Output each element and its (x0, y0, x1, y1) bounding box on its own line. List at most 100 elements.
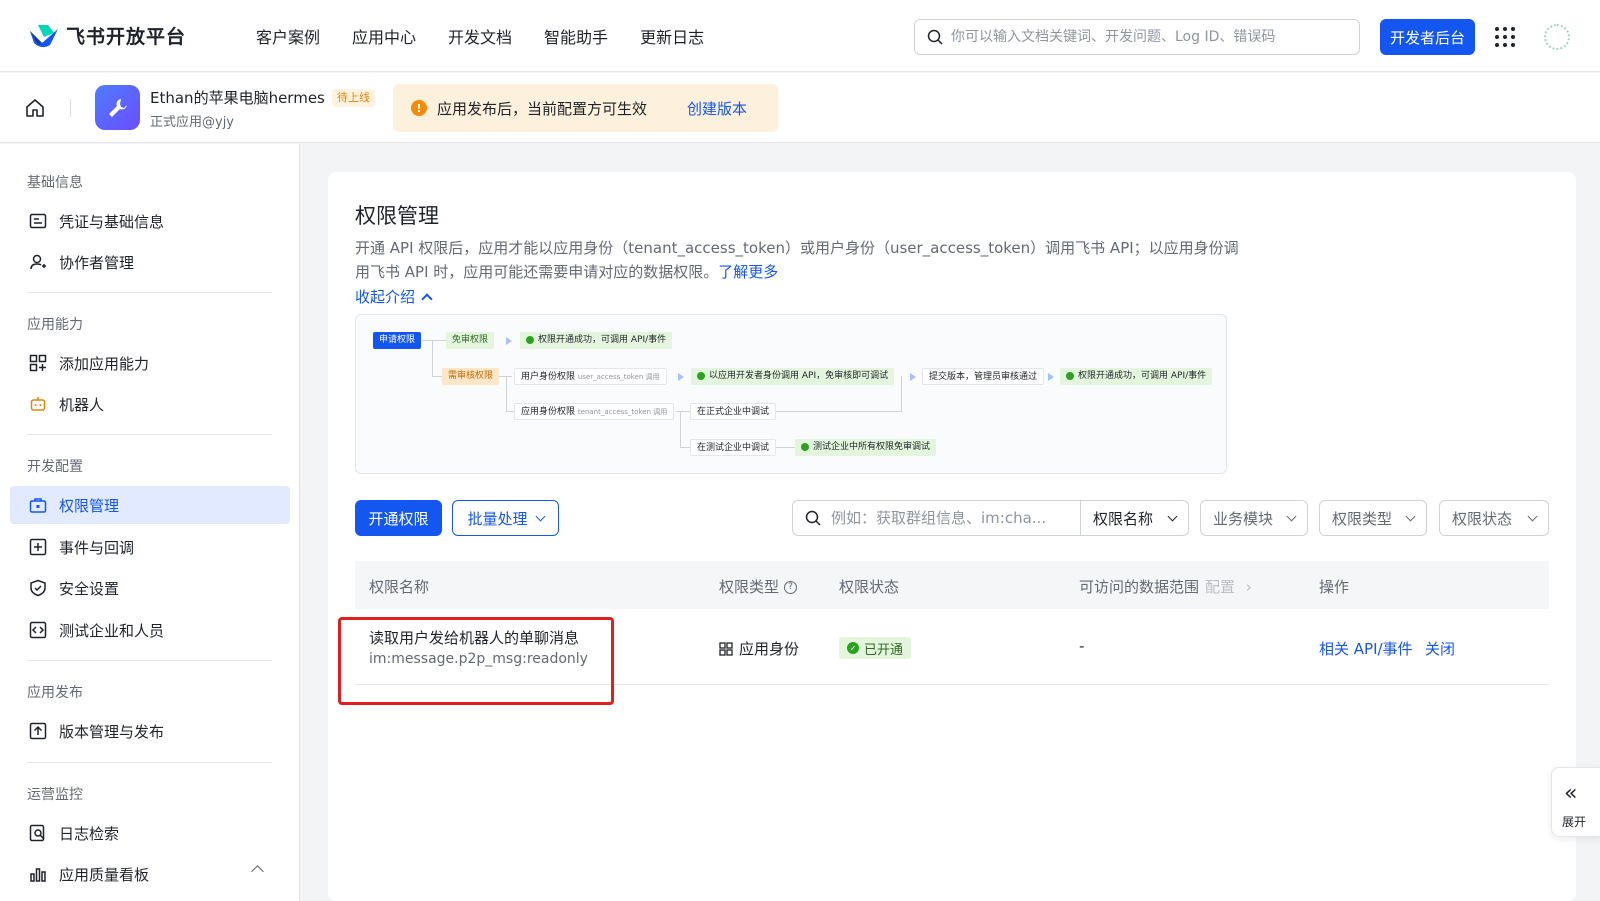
status-badge: 待上线 (332, 89, 375, 107)
batch-label: 批量处理 (467, 509, 528, 528)
main-nav: 客户案例 应用中心 开发文档 智能助手 更新日志 (256, 24, 736, 48)
column-header-status: 权限状态 (839, 578, 900, 596)
doc-search-input[interactable] (951, 29, 1331, 45)
learn-more-link[interactable]: 了解更多 (718, 263, 778, 281)
enable-permission-button[interactable]: 开通权限 (355, 500, 442, 536)
filter-label: 权限类型 (1332, 509, 1393, 528)
permission-search-box[interactable] (792, 500, 1081, 536)
brand-logo[interactable]: 飞书开放平台 (28, 22, 228, 49)
home-icon[interactable] (24, 97, 46, 119)
test-icon (28, 620, 48, 640)
sidebar-item-label: 凭证与基础信息 (59, 212, 165, 231)
sidebar-item-quality-board[interactable]: 应用质量看板 (10, 855, 290, 893)
sidebar-item-events[interactable]: 事件与回调 (10, 528, 290, 566)
robot-icon (28, 394, 48, 414)
sidebar-item-log-search[interactable]: 日志检索 (10, 814, 290, 852)
user-avatar[interactable] (1544, 24, 1570, 50)
sidebar-item-label: 协作者管理 (59, 253, 135, 272)
sidebar-item-label: 测试企业和人员 (59, 621, 165, 640)
apps-grid-icon[interactable] (1495, 27, 1515, 47)
arrow-right-icon (678, 373, 684, 381)
close-permission-link[interactable]: 关闭 (1425, 638, 1455, 659)
help-icon[interactable]: ? (784, 581, 798, 594)
sidebar-group-title: 开发配置 (27, 459, 83, 475)
flow-node-free-result: 权限开通成功，可调用 API/事件 (520, 332, 673, 349)
developer-console-button[interactable]: 开发者后台 (1380, 19, 1475, 55)
event-icon (28, 537, 48, 557)
nav-assistant[interactable]: 智能助手 (544, 24, 608, 48)
flow-connector (506, 411, 514, 412)
filter-label: 权限名称 (1093, 509, 1154, 528)
related-api-link[interactable]: 相关 API/事件 (1319, 638, 1413, 659)
sidebar-item-label: 版本管理与发布 (59, 722, 165, 741)
flow-node-label: 测试企业中所有权限免审调试 (813, 442, 931, 452)
sidebar-item-permissions[interactable]: 权限管理 (10, 486, 290, 524)
column-header-name: 权限名称 (369, 578, 430, 596)
description-text: 开通 API 权限后，应用才能以应用身份（tenant_access_token… (355, 239, 1239, 281)
nav-changelog[interactable]: 更新日志 (640, 24, 704, 48)
sidebar-group-title: 基础信息 (27, 175, 83, 191)
user-add-icon (28, 252, 48, 272)
expand-panel-button[interactable]: « 展开 (1551, 767, 1600, 837)
chevron-down-icon (1405, 511, 1416, 521)
app-header: Ethan的苹果电脑hermes 待上线 正式应用@yjy ! 应用发布后，当前… (0, 73, 1600, 143)
page-title: 权限管理 (355, 204, 439, 228)
filter-label: 业务模块 (1213, 509, 1274, 528)
flow-node-user-perm: 用户身份权限 user_access_token 调用 (514, 368, 667, 385)
arrow-right-icon (910, 373, 916, 381)
collapse-intro-toggle[interactable]: 收起介绍 (355, 286, 433, 307)
doc-search-box[interactable] (914, 19, 1360, 55)
configure-link[interactable]: 配置 (1205, 578, 1235, 596)
permission-flow-diagram: 申请权限 免审权限 权限开通成功，可调用 API/事件 需审核权限 用户身份权限… (355, 314, 1227, 474)
expand-label: 展开 (1562, 815, 1587, 829)
filter-label: 权限状态 (1452, 509, 1513, 528)
nav-cases[interactable]: 客户案例 (256, 24, 320, 48)
nav-docs[interactable]: 开发文档 (448, 24, 512, 48)
sidebar-item-collaborators[interactable]: 协作者管理 (10, 243, 290, 281)
sidebar-item-robot[interactable]: 机器人 (10, 385, 290, 423)
sidebar-item-test-tenants[interactable]: 测试企业和人员 (10, 611, 290, 649)
create-version-link[interactable]: 创建版本 (687, 98, 747, 119)
sidebar-item-label: 安全设置 (59, 579, 120, 598)
column-header-label: 权限类型 (719, 578, 780, 596)
flow-node-final-result: 权限开通成功，可调用 API/事件 (1060, 368, 1213, 385)
flow-connector (676, 411, 690, 412)
feishu-logo-icon (30, 24, 58, 47)
sidebar-group-title: 应用能力 (27, 317, 83, 333)
batch-process-button[interactable]: 批量处理 (452, 500, 559, 536)
filter-module-select[interactable]: 业务模块 (1200, 500, 1308, 536)
flow-node-free: 免审权限 (446, 332, 495, 349)
status-badge: ✓ 已开通 (839, 637, 912, 659)
brand-name: 飞书开放平台 (66, 26, 187, 48)
flow-connector (422, 340, 448, 341)
column-header-label: 可访问的数据范围 (1079, 578, 1200, 596)
sidebar-item-security[interactable]: 安全设置 (10, 569, 290, 607)
table-header: 权限名称 权限类型? 权限状态 可访问的数据范围 配置 › 操作 (355, 561, 1549, 609)
flow-connector (680, 411, 681, 447)
flow-connector (506, 376, 507, 411)
flow-node-user-result: 以应用开发者身份调用 API，免审核即可调试 (691, 368, 895, 385)
credential-icon (28, 211, 48, 231)
sidebar-item-credentials[interactable]: 凭证与基础信息 (10, 202, 290, 240)
flow-connector (771, 411, 901, 412)
permission-search-input[interactable] (831, 509, 1061, 527)
divider (27, 762, 272, 763)
flow-node-label: 权限开通成功，可调用 API/事件 (1078, 371, 1207, 381)
check-icon (801, 442, 809, 451)
chevron-right-icon: › (1241, 578, 1252, 596)
filter-type-select[interactable]: 权限类型 (1319, 500, 1427, 536)
sidebar-item-label: 添加应用能力 (59, 354, 150, 373)
nav-app-center[interactable]: 应用中心 (352, 24, 416, 48)
sidebar-item-versions[interactable]: 版本管理与发布 (10, 712, 290, 750)
chevron-up-icon[interactable] (251, 865, 264, 878)
filter-name-select[interactable]: 权限名称 (1081, 500, 1189, 536)
warning-icon: ! (411, 100, 427, 116)
divider (27, 434, 272, 435)
filter-status-select[interactable]: 权限状态 (1439, 500, 1549, 536)
check-icon (697, 371, 705, 380)
chevron-down-icon (1167, 511, 1178, 521)
sidebar-item-add-capability[interactable]: 添加应用能力 (10, 344, 290, 382)
upload-icon (28, 721, 48, 741)
flow-node-label: 以应用开发者身份调用 API，免审核即可调试 (709, 371, 889, 381)
divider (27, 660, 272, 661)
